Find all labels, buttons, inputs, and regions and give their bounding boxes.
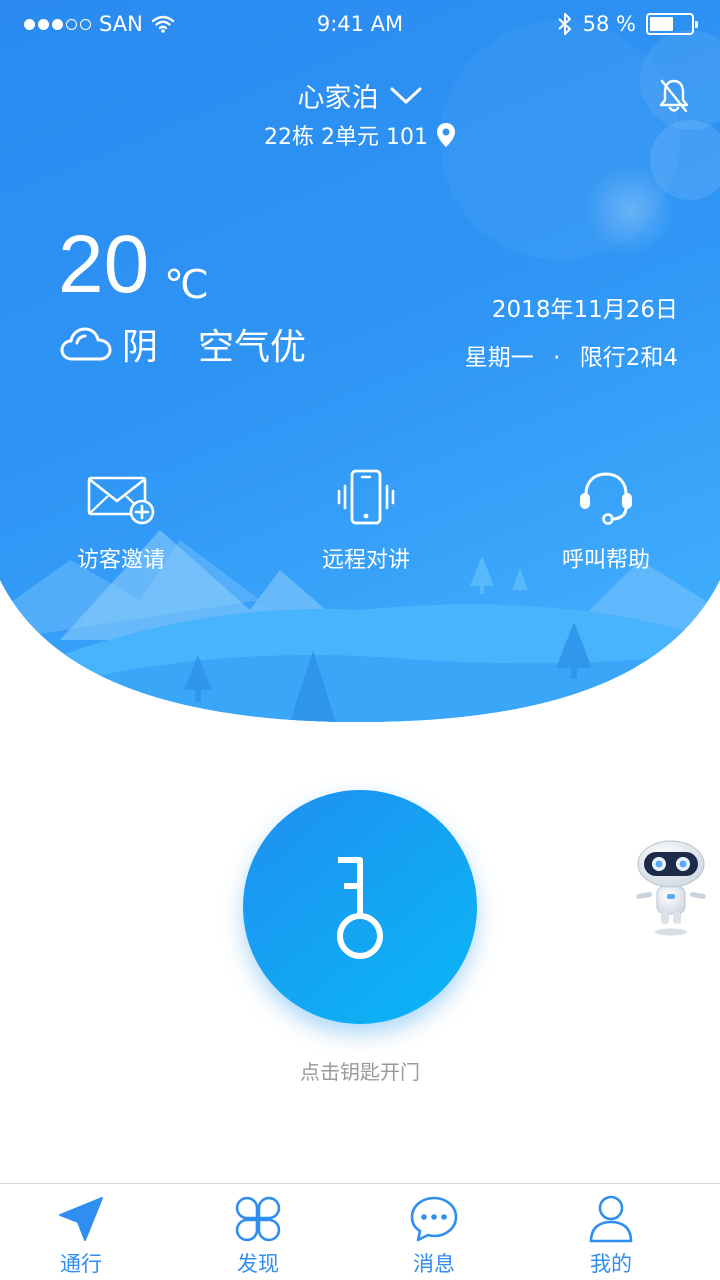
headset-icon bbox=[580, 472, 632, 525]
tab-discover[interactable]: 发现 bbox=[198, 1194, 318, 1278]
chat-bubble-icon bbox=[410, 1196, 458, 1242]
weekday-restriction-row: 星期一 · 限行2和4 bbox=[465, 334, 678, 382]
battery-percent: 58 % bbox=[582, 12, 636, 36]
action-label: 访客邀请 bbox=[76, 548, 165, 573]
hero-header: SAN 9:41 AM 58 % 心家泊 22栋 2单元 101 20 ℃ 阴 … bbox=[0, 0, 720, 740]
robot-assistant-icon[interactable] bbox=[630, 838, 712, 938]
action-label: 呼叫帮助 bbox=[561, 548, 650, 573]
chevron-down-icon bbox=[390, 87, 421, 103]
battery-icon bbox=[646, 13, 698, 35]
community-name-row[interactable]: 心家泊 bbox=[298, 76, 423, 115]
weekday-text: 星期一 bbox=[464, 345, 534, 371]
envelope-plus-icon bbox=[87, 476, 155, 525]
address-row: 22栋 2单元 101 bbox=[264, 119, 456, 151]
weather-condition: 阴 bbox=[122, 327, 159, 368]
action-label: 远程对讲 bbox=[321, 548, 410, 573]
community-selector[interactable]: 心家泊 22栋 2单元 101 bbox=[0, 76, 720, 151]
community-name: 心家泊 bbox=[297, 83, 379, 114]
tab-label: 我的 bbox=[590, 1252, 632, 1276]
unlock-key-button[interactable] bbox=[243, 790, 477, 1024]
battery-fill bbox=[650, 17, 673, 31]
weather-row: 阴 空气优 bbox=[60, 318, 306, 370]
tab-label: 发现 bbox=[237, 1252, 279, 1276]
bottom-tab-bar: 通行 发现 消息 我的 bbox=[0, 1183, 720, 1280]
tab-label: 通行 bbox=[60, 1252, 102, 1276]
bluetooth-icon bbox=[557, 13, 571, 35]
unlock-hint: 点击钥匙开门 bbox=[300, 1060, 420, 1084]
quick-actions: 访客邀请 远程对讲 呼叫帮助 bbox=[0, 466, 720, 586]
date-info: 2018年11月26日 星期一 · 限行2和4 bbox=[465, 286, 678, 382]
action-visitor-invite[interactable]: 访客邀请 bbox=[21, 466, 221, 574]
address-text: 22栋 2单元 101 bbox=[264, 125, 428, 150]
key-icon bbox=[337, 857, 383, 959]
cloud-icon bbox=[60, 327, 112, 361]
tab-pass[interactable]: 通行 bbox=[21, 1194, 141, 1278]
status-bar: SAN 9:41 AM 58 % bbox=[0, 0, 720, 48]
user-icon bbox=[589, 1195, 633, 1243]
date-text: 2018年11月26日 bbox=[491, 297, 678, 323]
status-right: 58 % bbox=[557, 12, 698, 36]
grid-clover-icon bbox=[235, 1196, 281, 1242]
tab-profile[interactable]: 我的 bbox=[551, 1194, 671, 1278]
action-remote-intercom[interactable]: 远程对讲 bbox=[266, 466, 466, 574]
temperature-value: 20 bbox=[58, 219, 150, 310]
location-pin-icon bbox=[436, 123, 455, 147]
phone-vibrate-icon bbox=[337, 469, 395, 525]
traffic-restriction: 限行2和4 bbox=[579, 345, 678, 371]
temperature-unit: ℃ bbox=[164, 263, 209, 307]
separator-dot: · bbox=[553, 345, 561, 371]
action-call-help[interactable]: 呼叫帮助 bbox=[506, 466, 706, 574]
bell-off-icon[interactable] bbox=[658, 78, 690, 114]
send-icon bbox=[59, 1197, 103, 1241]
tab-messages[interactable]: 消息 bbox=[374, 1194, 494, 1278]
air-quality: 空气优 bbox=[198, 327, 307, 368]
tab-label: 消息 bbox=[413, 1252, 455, 1276]
